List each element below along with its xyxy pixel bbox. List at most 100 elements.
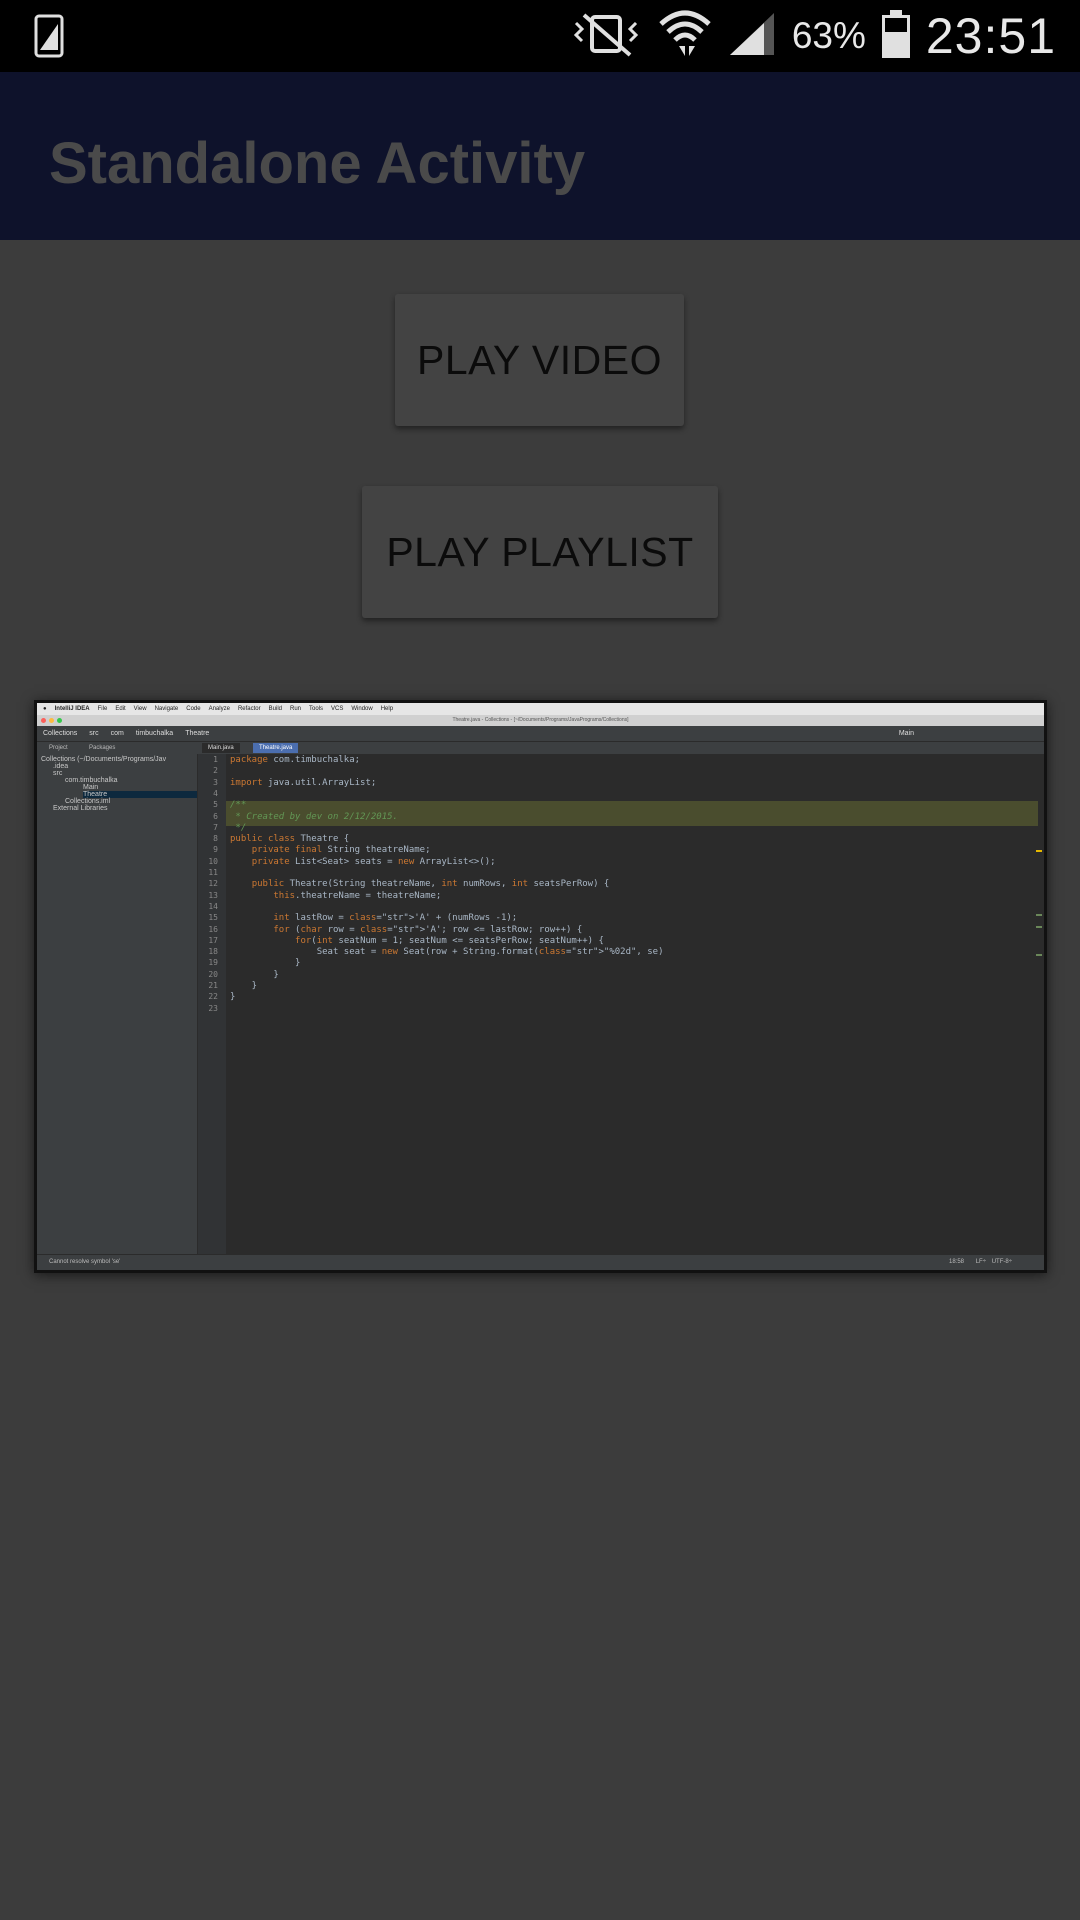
ide-breadcrumb: Collections src com timbuchalka Theatre … xyxy=(37,726,1044,742)
ide-menubar: ● IntelliJ IDEA File Edit View Navigate … xyxy=(37,703,1044,715)
line-number: 3 xyxy=(213,777,218,787)
menu-item: Tools xyxy=(309,706,324,712)
video-thumbnail[interactable]: ● IntelliJ IDEA File Edit View Navigate … xyxy=(34,700,1047,1273)
zoom-dot-icon xyxy=(57,718,62,723)
battery-icon xyxy=(881,9,910,63)
project-tree: Collections (~/Documents/Programs/Jav .i… xyxy=(37,754,198,1254)
line-number: 12 xyxy=(208,879,218,889)
line-number: 2 xyxy=(213,766,218,776)
pane-tab: Project xyxy=(49,745,68,751)
menu-item: View xyxy=(133,706,147,712)
line-number: 7 xyxy=(213,822,218,832)
scroll-marker xyxy=(1036,926,1042,928)
line-number: 6 xyxy=(213,811,218,821)
line-number: 14 xyxy=(208,901,218,911)
menu-item: VCS xyxy=(331,706,344,712)
line-number: 21 xyxy=(208,981,218,990)
line-number: 19 xyxy=(208,958,218,968)
menu-item: Help xyxy=(380,706,394,712)
tree-item: Collections (~/Documents/Programs/Jav xyxy=(41,756,167,763)
code-line: this.theatreName = theatreName; xyxy=(273,890,442,901)
tree-item: External Libraries xyxy=(53,805,108,812)
line-number: 20 xyxy=(208,969,218,979)
line-number: 15 xyxy=(208,913,218,923)
code-line: */ xyxy=(230,822,247,833)
line-number: 18 xyxy=(208,947,218,957)
menu-item: Code xyxy=(186,706,201,712)
close-dot-icon xyxy=(41,718,46,723)
menu-item: Build xyxy=(268,706,282,712)
breadcrumb-item: src xyxy=(89,730,99,737)
code-line: } xyxy=(230,969,279,980)
window-controls xyxy=(41,718,62,723)
menu-item: Window xyxy=(351,706,373,712)
pane-tab: Packages xyxy=(89,745,116,751)
minimize-dot-icon xyxy=(49,718,54,723)
line-number: 22 xyxy=(208,992,218,1002)
line-number: 11 xyxy=(208,868,218,877)
code-line: int lastRow = class="str">'A' + (numRows… xyxy=(273,913,518,924)
scroll-marker xyxy=(1036,954,1042,956)
code-line: private final String theatreName; xyxy=(251,845,431,856)
scroll-marker xyxy=(1036,914,1042,916)
tree-item: src xyxy=(53,770,63,777)
ide-window-title: Theatre.java - Collections - [~/Document… xyxy=(37,715,1044,726)
code-line: } xyxy=(230,981,258,991)
code-line: * Created by dev on 2/12/2015. xyxy=(230,811,398,822)
status-message: Cannot resolve symbol 'se' xyxy=(49,1259,121,1265)
code-editor: package com.timbuchalka; import java.util… xyxy=(226,754,1044,1254)
line-number: 1 xyxy=(213,755,218,764)
code-line: import java.util.ArrayList; xyxy=(230,777,377,788)
code-line: private List<Seat> seats = new ArrayList… xyxy=(251,856,496,867)
menu-item: File xyxy=(97,706,108,712)
page-title: Standalone Activity xyxy=(49,131,586,196)
tree-item: Collections.iml xyxy=(65,798,111,805)
code-line: public Theatre(String theatreName, int n… xyxy=(251,879,610,890)
editor-tab: Main.java xyxy=(202,743,240,753)
vibrate-mute-icon xyxy=(570,11,642,62)
tree-item: com.timbuchalka xyxy=(65,777,118,784)
play-video-button[interactable]: PLAY VIDEO xyxy=(395,294,684,426)
clock: 23:51 xyxy=(925,8,1056,64)
line-number: 10 xyxy=(208,856,218,866)
tree-item: .idea xyxy=(53,763,69,770)
scroll-marker xyxy=(1036,850,1042,852)
play-playlist-button[interactable]: PLAY PLAYLIST xyxy=(362,486,718,618)
line-number: 4 xyxy=(213,788,218,798)
tree-item-selected: Theatre xyxy=(83,791,197,798)
status-bar: 63% 23:51 xyxy=(0,0,1080,72)
breadcrumb-item: timbuchalka xyxy=(135,730,174,737)
line-number: 8 xyxy=(213,834,218,844)
cursor-position: 18:58 xyxy=(948,1259,964,1265)
line-number: 5 xyxy=(213,800,218,810)
breadcrumb-item: Theatre xyxy=(185,730,210,737)
menu-item: Analyze xyxy=(208,706,230,712)
menu-item: Edit xyxy=(115,706,126,712)
menu-item: Run xyxy=(289,706,301,712)
line-number-gutter: 1 2 3 4 5 6 7 8 9 10 11 12 13 14 15 16 17 18 19 20 21 22 23 xyxy=(198,754,226,1254)
tree-item: Main xyxy=(83,784,99,791)
code-line: Seat seat = new Seat(row + String.format… xyxy=(230,947,664,958)
code-line: package com.timbuchalka; xyxy=(230,755,361,765)
apple-icon: ● xyxy=(43,706,47,712)
breadcrumb-item: Collections xyxy=(43,730,78,737)
line-number: 16 xyxy=(208,924,218,934)
code-line: public class Theatre { xyxy=(230,834,350,845)
code-line: for (char row = class="str">'A'; row <= … xyxy=(273,924,583,935)
code-line: for(int seatNum = 1; seatNum <= seatsPer… xyxy=(295,935,604,946)
screenshot-notification-icon xyxy=(34,14,64,63)
action-bar: Standalone Activity xyxy=(0,72,1080,240)
code-line: } xyxy=(230,992,236,1003)
battery-percent: 63% xyxy=(791,15,866,56)
code-line: /** xyxy=(230,800,247,811)
menu-item: IntelliJ IDEA xyxy=(54,706,90,712)
line-number: 23 xyxy=(208,1003,218,1013)
ide-status-bar: Cannot resolve symbol 'se' 18:58 LF÷ UTF… xyxy=(37,1254,1044,1270)
ide-tabs: Project Packages Main.java Theatre.java xyxy=(37,742,1044,754)
code-line: } xyxy=(230,958,301,969)
signal-icon xyxy=(728,11,776,62)
menu-item: Navigate xyxy=(154,706,179,712)
line-number: 9 xyxy=(213,845,218,855)
wifi-icon xyxy=(658,8,712,65)
editor-tab-active: Theatre.java xyxy=(253,743,299,753)
